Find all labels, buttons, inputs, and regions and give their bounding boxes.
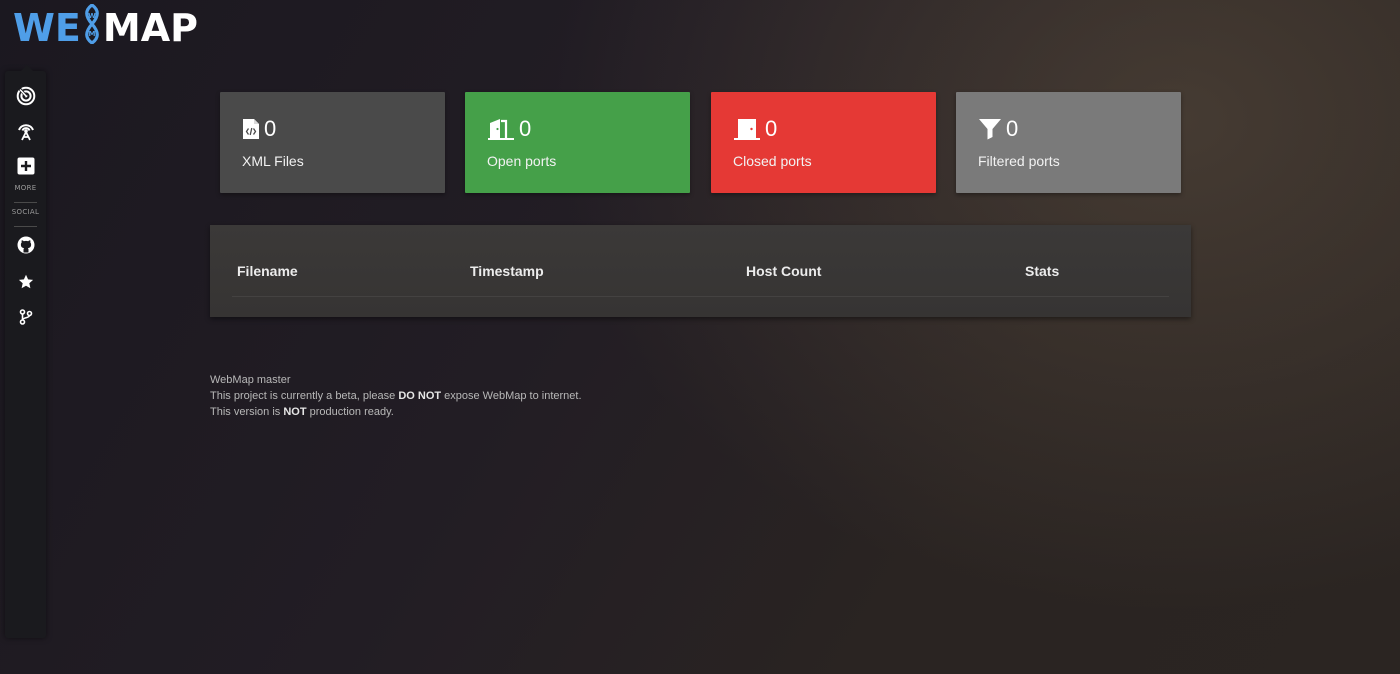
footer-production-warning-text: This version is: [210, 406, 284, 418]
footer-version: WebMap master: [210, 374, 291, 386]
sidebar-item-github[interactable]: [5, 235, 46, 255]
logo-text-map: MAP: [102, 6, 198, 50]
webmap-logo[interactable]: WE W M MAP: [13, 2, 198, 53]
stat-card-closed-ports[interactable]: 0 Closed ports: [711, 92, 936, 193]
sidebar-item-more[interactable]: [5, 156, 46, 176]
column-header-timestamp[interactable]: Timestamp: [470, 263, 544, 279]
xml-files-table: Filename Timestamp Host Count Stats: [210, 225, 1191, 317]
column-header-host-count[interactable]: Host Count: [746, 263, 821, 279]
sidebar-item-scan[interactable]: [5, 120, 46, 142]
open-ports-label: Open ports: [487, 153, 557, 169]
file-code-icon: [243, 119, 259, 139]
antenna-icon: [17, 124, 34, 141]
table-header-divider: [232, 296, 1169, 297]
filtered-ports-count: 0: [1006, 116, 1019, 141]
sidebar-item-dashboard[interactable]: [5, 85, 46, 107]
radar-icon: [16, 86, 35, 106]
filter-icon: [979, 119, 1001, 140]
footer-production-warning: This version is NOT production ready.: [210, 404, 582, 420]
stat-card-filtered-ports[interactable]: 0 Filtered ports: [956, 92, 1181, 193]
footer-production-warning-end: production ready.: [306, 406, 394, 418]
sidebar-item-star[interactable]: [5, 273, 46, 291]
stat-card-xml-files[interactable]: 0 XML Files: [220, 92, 445, 193]
logo-text-we: WE: [13, 6, 81, 50]
xml-files-label: XML Files: [242, 153, 304, 169]
footer-do-not: DO NOT: [398, 390, 442, 402]
footer-not: NOT: [283, 406, 307, 418]
filtered-ports-label: Filtered ports: [978, 153, 1060, 169]
closed-ports-count: 0: [765, 116, 778, 141]
star-icon: [18, 274, 33, 289]
sidebar-divider: [14, 202, 37, 203]
logo-mark-icon: W M: [82, 2, 102, 53]
plus-square-icon: [17, 157, 34, 175]
footer-beta-warning: This project is currently a beta, please…: [210, 388, 582, 404]
open-ports-count: 0: [519, 116, 532, 141]
column-header-filename[interactable]: Filename: [237, 263, 298, 279]
sidebar-more-label: MORE: [14, 184, 37, 192]
sidebar-item-fork[interactable]: [5, 308, 46, 326]
sidebar: MORE SOCIAL: [5, 65, 46, 638]
door-open-icon: [488, 119, 514, 140]
stat-card-open-ports[interactable]: 0 Open ports: [465, 92, 690, 193]
closed-ports-label: Closed ports: [733, 153, 812, 169]
github-icon: [17, 236, 34, 254]
sidebar-divider: [14, 226, 37, 227]
logo-mark-letter-m: M: [88, 30, 95, 38]
footer-beta-warning-end: expose WebMap to internet.: [441, 390, 582, 402]
xml-files-count: 0: [264, 116, 277, 141]
door-closed-icon: [734, 119, 760, 140]
footer-beta-warning-text: This project is currently a beta, please: [210, 390, 399, 402]
code-branch-icon: [19, 309, 32, 325]
footer-notice: WebMap master This project is currently …: [210, 372, 582, 420]
logo-mark-letter-w: W: [88, 12, 96, 20]
sidebar-social-label: SOCIAL: [11, 208, 40, 216]
column-header-stats[interactable]: Stats: [1025, 263, 1059, 279]
